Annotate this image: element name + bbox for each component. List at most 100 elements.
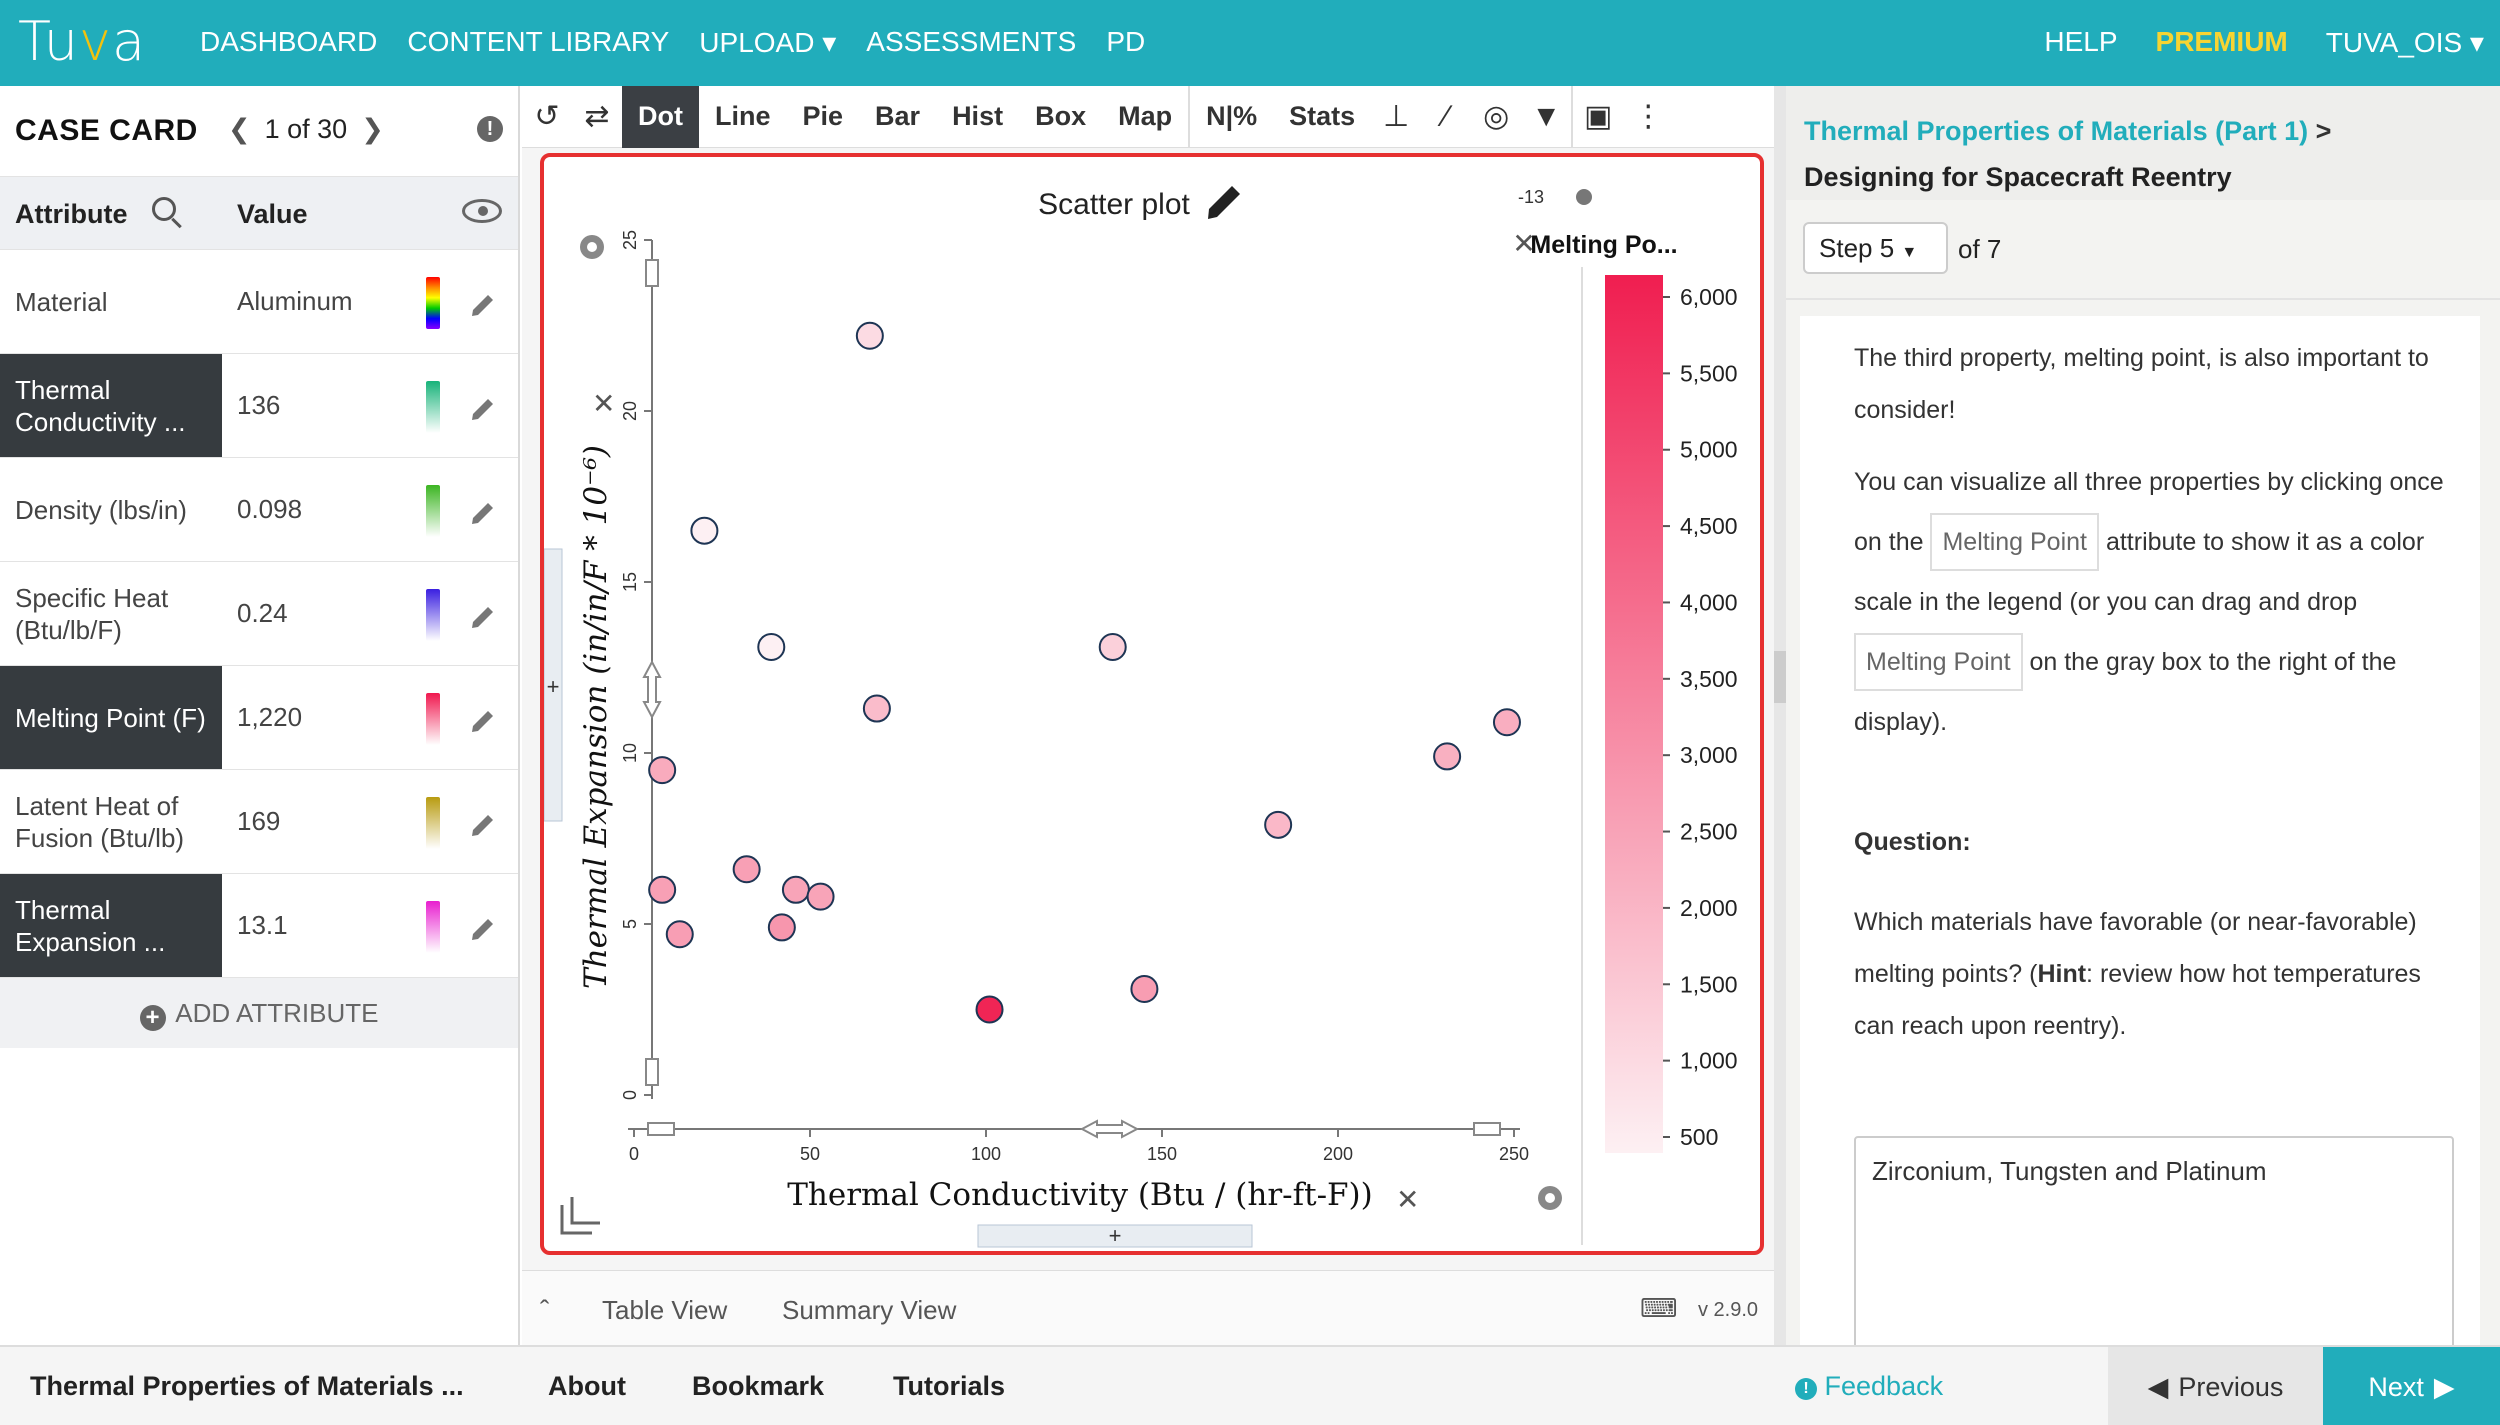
data-point[interactable]	[767, 913, 796, 942]
plot-type-dot[interactable]: Dot	[622, 85, 699, 148]
edit-pencil-icon[interactable]	[470, 806, 496, 836]
camera-icon[interactable]: ▣	[1573, 86, 1623, 148]
nav-pd[interactable]: PD	[1106, 26, 1145, 59]
search-icon[interactable]	[152, 197, 176, 221]
color-swatch[interactable]	[426, 485, 440, 537]
edit-pencil-icon[interactable]	[470, 598, 496, 628]
edit-pencil-icon[interactable]	[470, 702, 496, 732]
stats-button[interactable]: Stats	[1273, 86, 1371, 148]
color-swatch[interactable]	[426, 277, 440, 329]
add-attribute-button[interactable]: + ADD ATTRIBUTE	[0, 978, 518, 1048]
attribute-name[interactable]: Melting Point (F)	[0, 666, 222, 769]
attribute-name[interactable]: Density (lbs/in)	[0, 458, 222, 561]
edit-pencil-icon[interactable]	[470, 910, 496, 940]
plot-type-bar[interactable]: Bar	[859, 86, 936, 148]
nav-premium[interactable]: PREMIUM	[2156, 26, 2288, 59]
data-point[interactable]	[1130, 974, 1159, 1003]
nav-help[interactable]: HELP	[2044, 26, 2117, 59]
footer-about-link[interactable]: About	[548, 1371, 626, 1402]
info-alert-icon[interactable]: !	[477, 116, 503, 142]
undo-icon[interactable]: ↺	[522, 86, 572, 148]
attribute-name[interactable]: Material	[0, 250, 222, 353]
melting-point-chip[interactable]: Melting Point	[1930, 513, 2099, 571]
footer-bookmark-link[interactable]: Bookmark	[692, 1371, 824, 1402]
keyboard-icon[interactable]: ⌨	[1640, 1293, 1678, 1324]
data-point[interactable]	[1492, 708, 1521, 737]
color-swatch[interactable]	[426, 693, 440, 745]
color-swatch[interactable]	[426, 381, 440, 433]
tab-table-view[interactable]: Table View	[602, 1295, 727, 1326]
data-point[interactable]	[1433, 742, 1462, 771]
plot-type-box[interactable]: Box	[1019, 86, 1102, 148]
data-point[interactable]	[665, 920, 694, 949]
attribute-name[interactable]: Thermal Conductivity ...	[0, 354, 222, 457]
nav-assessments[interactable]: ASSESSMENTS	[866, 26, 1076, 59]
attribute-name[interactable]: Latent Heat of Fusion (Btu/lb)	[0, 770, 222, 873]
data-point[interactable]	[757, 632, 786, 661]
plot-settings-gear-icon[interactable]	[580, 235, 604, 259]
data-point[interactable]	[781, 875, 810, 904]
nav-dashboard[interactable]: DASHBOARD	[200, 26, 377, 59]
edit-pencil-icon[interactable]	[470, 390, 496, 420]
panel-splitter[interactable]	[1774, 86, 1786, 1345]
attribute-row[interactable]: Thermal Expansion ... 13.1	[0, 874, 518, 978]
footer-tutorials-link[interactable]: Tutorials	[893, 1371, 1005, 1402]
remove-x-attribute-icon[interactable]: ✕	[1396, 1184, 1419, 1215]
attribute-row[interactable]: Material Aluminum	[0, 250, 518, 354]
x-axis-settings-gear-icon[interactable]	[1538, 1186, 1562, 1210]
tab-summary-view[interactable]: Summary View	[782, 1295, 956, 1326]
nav-content-library[interactable]: CONTENT LIBRARY	[407, 26, 669, 59]
plot-type-hist[interactable]: Hist	[936, 86, 1019, 148]
data-point[interactable]	[690, 516, 719, 545]
attribute-row[interactable]: Thermal Conductivity ... 136	[0, 354, 518, 458]
attribute-row[interactable]: Latent Heat of Fusion (Btu/lb) 169	[0, 770, 518, 874]
previous-button[interactable]: ◀ Previous	[2108, 1347, 2323, 1425]
plot-type-line[interactable]: Line	[699, 86, 787, 148]
color-swatch[interactable]	[426, 797, 440, 849]
attribute-row[interactable]: Specific Heat (Btu/lb/F) 0.24	[0, 562, 518, 666]
prev-case-icon[interactable]: ❮	[228, 114, 251, 145]
step-select[interactable]: Step 5 ▼	[1803, 222, 1948, 274]
count-percent-button[interactable]: N|%	[1190, 86, 1273, 148]
nav-upload[interactable]: UPLOAD ▾	[699, 26, 836, 59]
target-icon[interactable]: ◎	[1471, 86, 1521, 148]
nav-user-menu[interactable]: TUVA_OIS ▾	[2326, 26, 2484, 59]
plot-type-pie[interactable]: Pie	[787, 86, 860, 148]
data-point[interactable]	[648, 756, 677, 785]
remove-legend-icon[interactable]: ✕	[1512, 228, 1535, 259]
attribute-row[interactable]: Density (lbs/in) 0.098	[0, 458, 518, 562]
eye-icon[interactable]	[462, 199, 502, 223]
color-scale-bar[interactable]	[1605, 275, 1663, 1153]
x-axis-label[interactable]: Thermal Conductivity (Btu / (hr-ft-F))	[787, 1177, 1373, 1213]
y-axis-label[interactable]: Thermal Expansion (in/in/F * 10⁻⁶)	[578, 445, 614, 989]
axis-type-icon[interactable]	[560, 1197, 600, 1235]
swap-axes-icon[interactable]: ⇄	[572, 86, 622, 148]
plot-type-map[interactable]: Map	[1102, 86, 1188, 148]
data-point[interactable]	[732, 855, 761, 884]
edit-title-pencil-icon[interactable]	[1208, 186, 1240, 219]
feedback-link[interactable]: ! Feedback	[1795, 1371, 1943, 1402]
filter-icon[interactable]: ▼	[1521, 86, 1571, 148]
attribute-name[interactable]: Specific Heat (Btu/lb/F)	[0, 562, 222, 665]
collapse-chevron-icon[interactable]: ˆ	[540, 1295, 549, 1327]
tuva-logo[interactable]: Tuva	[18, 10, 146, 73]
data-point[interactable]	[855, 321, 884, 350]
data-point[interactable]	[1098, 632, 1127, 661]
trend-line-icon[interactable]: ∕	[1421, 86, 1471, 148]
data-point[interactable]	[862, 694, 891, 723]
lesson-title-link[interactable]: Thermal Properties of Materials (Part 1)	[1804, 116, 2308, 146]
data-point[interactable]	[975, 995, 1004, 1024]
next-case-icon[interactable]: ❯	[361, 114, 384, 145]
color-swatch[interactable]	[426, 901, 440, 953]
attribute-name[interactable]: Thermal Expansion ...	[0, 874, 222, 977]
color-swatch[interactable]	[426, 589, 440, 641]
melting-point-chip-2[interactable]: Melting Point	[1854, 633, 2023, 691]
next-button[interactable]: Next ▶	[2323, 1347, 2500, 1425]
data-point[interactable]	[648, 875, 677, 904]
show-hidden-icon[interactable]	[1576, 189, 1592, 205]
axis-ruler-icon[interactable]: ⊥	[1371, 86, 1421, 148]
data-point[interactable]	[806, 882, 835, 911]
edit-pencil-icon[interactable]	[470, 286, 496, 316]
edit-pencil-icon[interactable]	[470, 494, 496, 524]
splitter-handle[interactable]	[1774, 651, 1786, 703]
